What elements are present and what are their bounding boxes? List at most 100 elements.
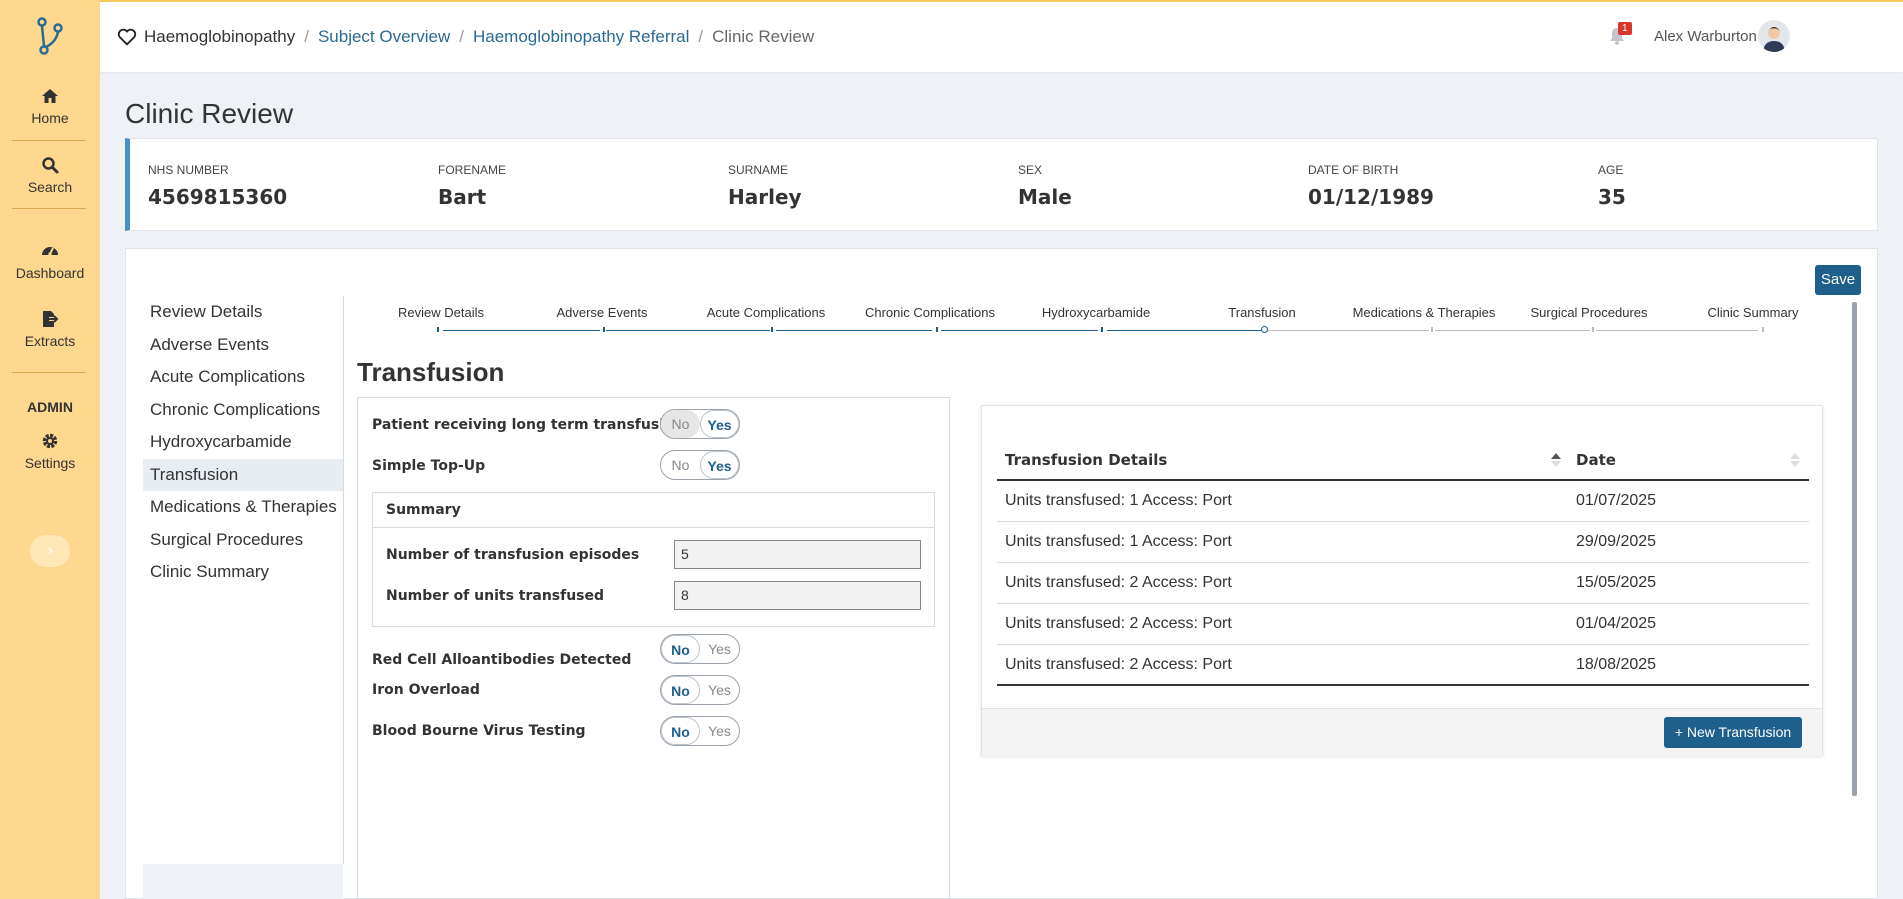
section-nav-surgical-procedures[interactable]: Surgical Procedures <box>143 524 343 557</box>
field-label: AGE <box>1598 163 1624 177</box>
step-connector <box>1435 330 1590 331</box>
toggle-no[interactable]: No <box>661 676 701 704</box>
nav-divider <box>12 372 86 373</box>
toggle-yes[interactable]: Yes <box>700 635 739 663</box>
cell-date: 01/04/2025 <box>1576 615 1657 632</box>
nav-dashboard-label: Dashboard <box>15 265 85 281</box>
toggle-yes[interactable]: Yes <box>700 717 739 745</box>
table-row[interactable]: Units transfused: 2 Access: Port 18/08/2… <box>997 645 1809 686</box>
save-button[interactable]: Save <box>1815 265 1861 295</box>
table-row[interactable]: Units transfused: 2 Access: Port 15/05/2… <box>997 563 1809 604</box>
breadcrumb-subject-overview[interactable]: Subject Overview <box>318 27 450 47</box>
step-chronic-complications[interactable]: Chronic Complications <box>855 305 1005 320</box>
toggle-no[interactable]: No <box>661 410 700 438</box>
field-value: Male <box>1018 185 1072 209</box>
breadcrumb-referral[interactable]: Haemoglobinopathy Referral <box>473 27 689 47</box>
breadcrumb-root[interactable]: Haemoglobinopathy <box>144 27 295 47</box>
field-value: Harley <box>728 185 802 209</box>
toggle-no[interactable]: No <box>661 717 701 745</box>
section-nav-hydroxycarbamide[interactable]: Hydroxycarbamide <box>143 426 343 459</box>
cell-details: Units transfused: 2 Access: Port <box>1005 656 1232 673</box>
units-label: Number of units transfused <box>386 588 605 604</box>
section-nav-footer <box>143 864 343 899</box>
step-review-details[interactable]: Review Details <box>366 305 516 320</box>
long-term-transfusion-toggle[interactable]: No Yes <box>660 409 740 439</box>
progress-stepper: Review Details Adverse Events Acute Comp… <box>344 296 1862 336</box>
new-transfusion-button[interactable]: + New Transfusion <box>1664 717 1802 748</box>
iron-overload-label: Iron Overload <box>372 682 480 698</box>
gear-icon <box>42 433 58 449</box>
step-adverse-events[interactable]: Adverse Events <box>527 305 677 320</box>
step-transfusion[interactable]: Transfusion <box>1187 305 1337 320</box>
section-nav-review-details[interactable]: Review Details <box>143 296 343 329</box>
section-nav-chronic-complications[interactable]: Chronic Complications <box>143 394 343 427</box>
table-row[interactable]: Units transfused: 1 Access: Port 29/09/2… <box>997 522 1809 563</box>
admin-section-label: ADMIN <box>27 399 73 415</box>
breadcrumb: Haemoglobinopathy / Subject Overview / H… <box>116 26 814 48</box>
user-name[interactable]: Alex Warburton <box>1654 28 1757 45</box>
step-marker <box>603 327 605 332</box>
simple-topup-toggle[interactable]: No Yes <box>660 450 740 480</box>
units-input[interactable]: 8 <box>674 581 921 610</box>
toggle-yes[interactable]: Yes <box>700 676 739 704</box>
step-marker <box>437 327 439 332</box>
breadcrumb-separator: / <box>459 27 464 46</box>
step-acute-complications[interactable]: Acute Complications <box>691 305 841 320</box>
episodes-input[interactable]: 5 <box>674 540 921 569</box>
step-clinic-summary[interactable]: Clinic Summary <box>1678 305 1828 320</box>
column-header-date[interactable]: Date <box>1576 451 1616 469</box>
nav-search[interactable]: Search <box>0 155 100 195</box>
avatar[interactable] <box>1758 20 1790 52</box>
step-medications[interactable]: Medications & Therapies <box>1349 305 1499 320</box>
section-title: Transfusion <box>357 357 505 387</box>
cell-details: Units transfused: 2 Access: Port <box>1005 615 1232 632</box>
step-hydroxycarbamide[interactable]: Hydroxycarbamide <box>1021 305 1171 320</box>
alloantibodies-toggle[interactable]: No Yes <box>660 634 740 664</box>
table-row[interactable]: Units transfused: 2 Access: Port 01/04/2… <box>997 604 1809 645</box>
transfusion-form: Patient receiving long term transfusion … <box>357 397 950 899</box>
section-nav-medications[interactable]: Medications & Therapies <box>143 491 343 524</box>
toggle-yes[interactable]: Yes <box>699 451 739 479</box>
section-nav-acute-complications[interactable]: Acute Complications <box>143 361 343 394</box>
field-label: DATE OF BIRTH <box>1308 163 1399 177</box>
bbv-testing-toggle[interactable]: No Yes <box>660 716 740 746</box>
nav-home[interactable]: Home <box>0 86 100 126</box>
field-label: NHS NUMBER <box>148 163 229 177</box>
toggle-no[interactable]: No <box>661 635 701 663</box>
column-header-details[interactable]: Transfusion Details <box>1005 451 1167 469</box>
vertical-scrollbar[interactable] <box>1852 302 1857 796</box>
step-current-marker <box>1261 326 1268 333</box>
table-footer: + New Transfusion <box>982 708 1822 756</box>
cell-date: 18/08/2025 <box>1576 656 1657 673</box>
patient-nhs-number: NHS NUMBER 4569815360 <box>148 163 287 209</box>
section-nav-transfusion[interactable]: Transfusion <box>143 458 343 491</box>
nav-settings[interactable]: Settings <box>0 431 100 471</box>
topbar: Haemoglobinopathy / Subject Overview / H… <box>100 0 1903 72</box>
patient-age: AGE 35 <box>1598 163 1626 209</box>
patient-dob: DATE OF BIRTH 01/12/1989 <box>1308 163 1434 209</box>
sidebar-collapse-button[interactable]: › <box>30 535 70 567</box>
iron-overload-toggle[interactable]: No Yes <box>660 675 740 705</box>
app-logo-icon[interactable] <box>36 16 64 56</box>
field-value: 35 <box>1598 185 1626 209</box>
toggle-no[interactable]: No <box>661 451 700 479</box>
section-nav-clinic-summary[interactable]: Clinic Summary <box>143 556 343 589</box>
nav-extracts[interactable]: Extracts <box>0 309 100 349</box>
step-marker <box>771 327 773 332</box>
sort-asc-icon[interactable] <box>1550 450 1562 470</box>
toggle-yes[interactable]: Yes <box>699 410 739 438</box>
step-marker <box>1101 327 1103 332</box>
sort-icon[interactable] <box>1789 450 1801 470</box>
nav-settings-label: Settings <box>24 455 76 471</box>
patient-forename: FORENAME Bart <box>438 163 506 209</box>
step-connector <box>776 330 932 331</box>
step-connector <box>941 330 1098 331</box>
table-row[interactable]: Units transfused: 1 Access: Port 01/07/2… <box>997 481 1809 522</box>
step-surgical-procedures[interactable]: Surgical Procedures <box>1514 305 1664 320</box>
nav-divider <box>12 208 86 209</box>
nav-search-label: Search <box>27 179 73 195</box>
nav-dashboard[interactable]: Dashboard <box>0 241 100 281</box>
section-nav-adverse-events[interactable]: Adverse Events <box>143 329 343 362</box>
cell-date: 29/09/2025 <box>1576 533 1657 550</box>
dashboard-icon <box>42 247 58 256</box>
